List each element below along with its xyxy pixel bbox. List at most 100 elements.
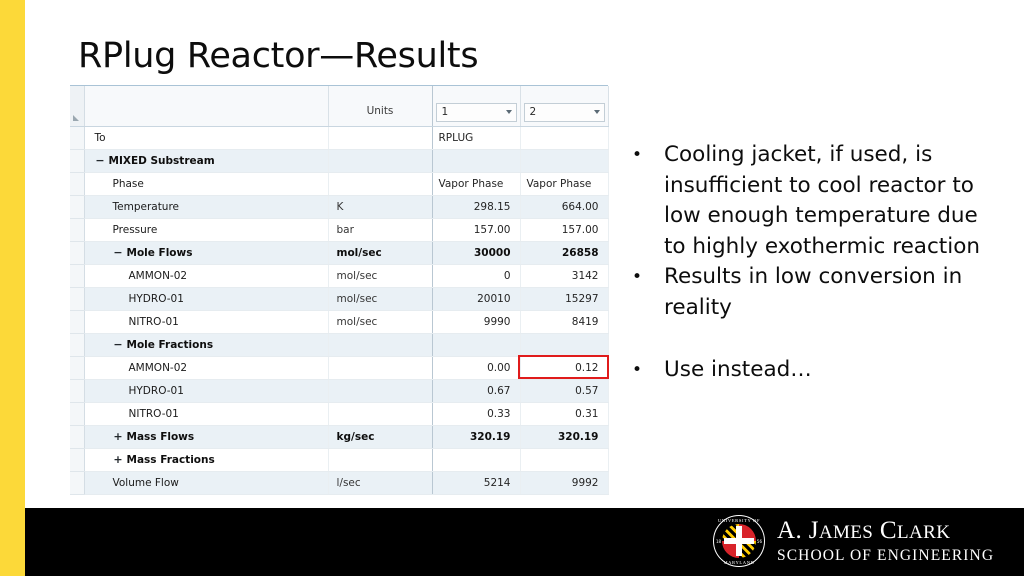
logo-clark-part1: C: [873, 516, 898, 544]
row-value-stream-1[interactable]: 0: [432, 264, 521, 288]
row-value-stream-2[interactable]: [520, 149, 609, 173]
select-all-corner[interactable]: [70, 86, 85, 127]
row-units-cell: [328, 379, 433, 403]
row-gutter[interactable]: [70, 310, 85, 334]
table-row[interactable]: HYDRO-01 mol/sec 20010 15297: [70, 287, 609, 311]
collapse-icon[interactable]: −: [113, 339, 124, 350]
table-row[interactable]: − MIXED Substream: [70, 149, 609, 173]
slide-accent-bar: [0, 0, 25, 576]
row-gutter[interactable]: [70, 356, 85, 380]
row-gutter[interactable]: [70, 287, 85, 311]
row-units-cell: K: [328, 195, 433, 219]
umd-seal-icon: UNIVERSITY OF MARYLAND 18 56: [712, 514, 766, 568]
row-value-stream-2[interactable]: 157.00: [520, 218, 609, 242]
row-label-text: Temperature: [112, 200, 180, 213]
row-value-stream-1[interactable]: 157.00: [432, 218, 521, 242]
row-value-stream-1[interactable]: 5214: [432, 471, 521, 495]
row-value-stream-2[interactable]: 9992: [520, 471, 609, 495]
row-label-text: Mass Flows: [126, 430, 195, 443]
row-gutter[interactable]: [70, 264, 85, 288]
row-gutter[interactable]: [70, 126, 85, 150]
row-units-cell: mol/sec: [328, 310, 433, 334]
expand-icon[interactable]: +: [113, 454, 124, 465]
row-gutter[interactable]: [70, 333, 85, 357]
row-value-stream-1[interactable]: 30000: [432, 241, 521, 265]
collapse-icon[interactable]: −: [95, 155, 106, 166]
row-label-cell: Phase: [84, 172, 329, 196]
table-row[interactable]: HYDRO-01 0.67 0.57: [70, 379, 609, 403]
row-value-stream-2[interactable]: 0.57: [520, 379, 609, 403]
row-label-text: Mass Fractions: [126, 453, 215, 466]
bullet-text: Results in low conversion in reality: [664, 264, 963, 320]
table-header-row: Units 1 2: [70, 86, 609, 127]
row-gutter[interactable]: [70, 172, 85, 196]
row-label-text: To: [94, 131, 106, 144]
row-value-stream-2[interactable]: 8419: [520, 310, 609, 334]
table-row[interactable]: + Mass Fractions: [70, 448, 609, 472]
row-gutter[interactable]: [70, 149, 85, 173]
stream-2-dropdown[interactable]: 2: [520, 86, 609, 127]
table-row[interactable]: Volume Flow l/sec 5214 9992: [70, 471, 609, 495]
row-value-stream-1[interactable]: 20010: [432, 287, 521, 311]
row-label-text: AMMON-02: [128, 269, 188, 282]
row-gutter[interactable]: [70, 448, 85, 472]
row-value-stream-1[interactable]: Vapor Phase: [432, 172, 521, 196]
logo-wordmark: A. JAMES CLARK SCHOOL OF ENGINEERING: [777, 516, 994, 565]
page-title: RPlug Reactor—Results: [78, 36, 479, 76]
table-row[interactable]: − Mole Fractions: [70, 333, 609, 357]
expand-icon[interactable]: +: [113, 431, 124, 442]
row-units-cell: mol/sec: [328, 264, 433, 288]
row-value-stream-1[interactable]: 298.15: [432, 195, 521, 219]
row-gutter[interactable]: [70, 379, 85, 403]
row-gutter[interactable]: [70, 195, 85, 219]
table-row[interactable]: NITRO-01 mol/sec 9990 8419: [70, 310, 609, 334]
row-value-stream-2[interactable]: 3142: [520, 264, 609, 288]
table-row[interactable]: Temperature K 298.15 664.00: [70, 195, 609, 219]
table-row[interactable]: To RPLUG: [70, 126, 609, 150]
stream-1-dropdown[interactable]: 1: [432, 86, 521, 127]
aspen-results-table: Units 1 2 To RPLUG − MIXED Substream Phase Va…: [70, 85, 609, 495]
bullet-item: • Use instead…: [628, 355, 1000, 386]
row-value-stream-1[interactable]: [432, 149, 521, 173]
row-units-cell: [328, 172, 433, 196]
row-value-stream-1[interactable]: 0.33: [432, 402, 521, 426]
row-value-stream-2[interactable]: 664.00: [520, 195, 609, 219]
row-label-cell: AMMON-02: [84, 264, 329, 288]
row-value-stream-2[interactable]: [520, 333, 609, 357]
row-label-cell: AMMON-02: [84, 356, 329, 380]
table-row[interactable]: Pressure bar 157.00 157.00: [70, 218, 609, 242]
row-value-stream-2[interactable]: 0.31: [520, 402, 609, 426]
table-row[interactable]: AMMON-02 0.00 0.12: [70, 356, 609, 380]
row-value-stream-1[interactable]: 9990: [432, 310, 521, 334]
row-value-stream-2[interactable]: [520, 126, 609, 150]
table-row[interactable]: − Mole Flows mol/sec 30000 26858: [70, 241, 609, 265]
logo-line-1: A. JAMES CLARK: [777, 516, 994, 546]
row-units-cell: bar: [328, 218, 433, 242]
row-value-stream-1[interactable]: 0.00: [432, 356, 521, 380]
row-value-stream-2[interactable]: [520, 448, 609, 472]
row-units-cell: [328, 333, 433, 357]
row-gutter[interactable]: [70, 425, 85, 449]
table-row[interactable]: NITRO-01 0.33 0.31: [70, 402, 609, 426]
row-value-stream-2[interactable]: 0.12: [520, 356, 609, 380]
row-value-stream-2[interactable]: Vapor Phase: [520, 172, 609, 196]
row-gutter[interactable]: [70, 471, 85, 495]
collapse-icon[interactable]: −: [113, 247, 124, 258]
table-row[interactable]: Phase Vapor Phase Vapor Phase: [70, 172, 609, 196]
row-gutter[interactable]: [70, 402, 85, 426]
row-value-stream-1[interactable]: [432, 448, 521, 472]
row-value-stream-1[interactable]: RPLUG: [432, 126, 521, 150]
row-value-stream-2[interactable]: 320.19: [520, 425, 609, 449]
row-units-cell: kg/sec: [328, 425, 433, 449]
row-gutter[interactable]: [70, 218, 85, 242]
table-row[interactable]: + Mass Flows kg/sec 320.19 320.19: [70, 425, 609, 449]
row-value-stream-1[interactable]: 0.67: [432, 379, 521, 403]
row-label-cell: NITRO-01: [84, 402, 329, 426]
row-value-stream-2[interactable]: 15297: [520, 287, 609, 311]
row-value-stream-1[interactable]: [432, 333, 521, 357]
row-value-stream-2[interactable]: 26858: [520, 241, 609, 265]
table-row[interactable]: AMMON-02 mol/sec 0 3142: [70, 264, 609, 288]
bullet-list: • Cooling jacket, if used, is insufficien…: [628, 140, 1000, 386]
row-gutter[interactable]: [70, 241, 85, 265]
row-value-stream-1[interactable]: 320.19: [432, 425, 521, 449]
